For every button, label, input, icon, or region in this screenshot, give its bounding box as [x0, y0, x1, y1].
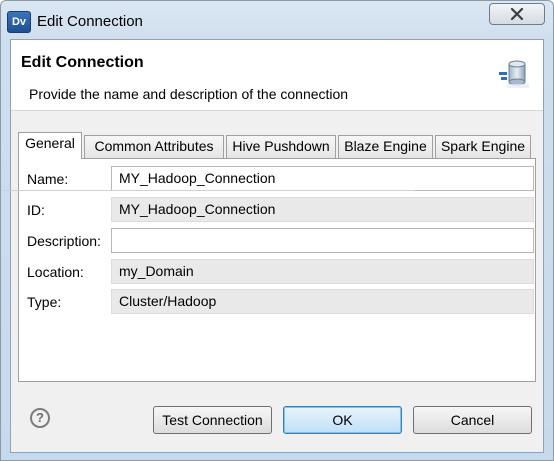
help-icon[interactable]: ? [30, 408, 50, 428]
ok-button[interactable]: OK [283, 406, 402, 434]
divider [3, 190, 415, 191]
tab-bar: General Common Attributes Hive Pushdown … [18, 132, 538, 159]
tab-blaze-engine[interactable]: Blaze Engine [338, 135, 433, 158]
close-icon [510, 8, 524, 20]
window-title: Edit Connection [37, 13, 143, 30]
name-field[interactable]: MY_Hadoop_Connection [111, 166, 534, 191]
tab-common-attributes[interactable]: Common Attributes [84, 135, 224, 158]
header-description: Provide the name and description of the … [29, 86, 349, 102]
description-field[interactable] [111, 228, 534, 253]
type-label: Type: [27, 294, 62, 310]
app-icon: Dv [7, 11, 31, 33]
tab-general[interactable]: General [18, 132, 82, 159]
close-button[interactable] [489, 3, 545, 25]
dialog-header: Edit Connection Provide the name and des… [11, 40, 543, 111]
location-field: my_Domain [111, 259, 534, 284]
edit-connection-window: Dv Edit Connection Edit Connection Provi… [0, 0, 554, 461]
database-connection-icon [499, 60, 529, 88]
description-label: Description: [27, 233, 101, 249]
tab-spark-engine[interactable]: Spark Engine [435, 135, 531, 158]
id-field: MY_Hadoop_Connection [111, 197, 534, 222]
id-label: ID: [27, 202, 45, 218]
test-connection-button[interactable]: Test Connection [153, 406, 272, 434]
cancel-button[interactable]: Cancel [413, 406, 532, 434]
header-title: Edit Connection [21, 54, 144, 71]
tab-hive-pushdown[interactable]: Hive Pushdown [226, 135, 336, 158]
dialog-client-area: Edit Connection Provide the name and des… [3, 39, 544, 453]
location-label: Location: [27, 264, 84, 280]
name-label: Name: [27, 171, 69, 187]
general-tab-panel: Name: MY_Hadoop_Connection ID: MY_Hadoop… [3, 158, 536, 382]
type-field: Cluster/Hadoop [111, 289, 534, 314]
title-bar[interactable]: Dv Edit Connection [1, 1, 553, 39]
